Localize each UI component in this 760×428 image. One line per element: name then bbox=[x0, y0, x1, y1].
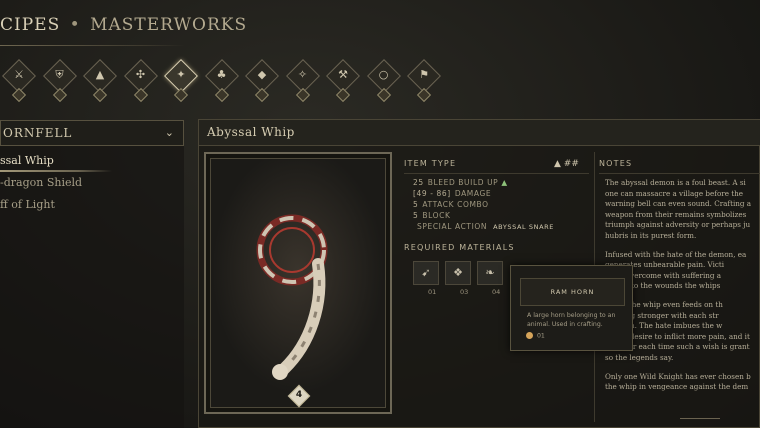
divider bbox=[599, 173, 760, 174]
category-tab[interactable]: ✣ bbox=[122, 59, 162, 103]
tooltip-title: RAM HORN bbox=[520, 278, 625, 306]
sword-icon: ⚔ bbox=[14, 68, 24, 81]
stat-value: 5 bbox=[413, 200, 419, 209]
category-tab[interactable]: ⚔ bbox=[0, 59, 40, 103]
category-badge bbox=[376, 87, 391, 103]
category-badge bbox=[52, 87, 67, 103]
tooltip-count: 01 bbox=[526, 332, 545, 340]
banner-icon: ⚑ bbox=[419, 68, 429, 81]
axe-icon: ♣ bbox=[216, 68, 227, 81]
stat-label: BLEED BUILD UP bbox=[427, 178, 499, 187]
stat-row: 25 BLEED BUILD UP ▲ bbox=[413, 177, 589, 188]
title-underline bbox=[0, 45, 185, 46]
stats-list: 25 BLEED BUILD UP ▲ [49 - 86] DAMAGE 5 ATTACK … bbox=[413, 177, 589, 232]
tab-masterworks[interactable]: MASTERWORKS bbox=[90, 15, 247, 35]
stat-increase-icon: ▲ bbox=[501, 178, 508, 187]
stat-row: SPECIAL ACTION ABYSSAL SNARE bbox=[413, 221, 589, 232]
coin-icon bbox=[526, 332, 533, 339]
category-badge bbox=[416, 87, 432, 103]
category-tab[interactable]: ▲ bbox=[81, 59, 121, 103]
category-badge bbox=[214, 87, 229, 103]
stat-value: [49 - 86] bbox=[413, 189, 451, 198]
tooltip-description: A large horn belonging to an animal. Use… bbox=[527, 312, 616, 328]
category-badge bbox=[133, 87, 148, 103]
category-tab[interactable]: ♣ bbox=[203, 59, 243, 103]
stat-row: 5 BLOCK bbox=[413, 210, 589, 221]
material-slot[interactable]: ❖ 03 bbox=[445, 261, 471, 296]
material-count: 03 bbox=[460, 288, 469, 296]
material-count: 04 bbox=[492, 288, 501, 296]
stat-label: BLOCK bbox=[422, 211, 451, 220]
item-card: 4 bbox=[204, 152, 392, 414]
item-type-icons: ▲ ## bbox=[554, 159, 579, 169]
category-tab[interactable]: ✦ bbox=[162, 59, 202, 103]
special-action-value: ABYSSAL SNARE bbox=[493, 223, 554, 231]
category-badge bbox=[335, 87, 351, 103]
recipe-item-staff-of-light[interactable]: ff of Light bbox=[0, 194, 184, 216]
category-tab[interactable]: ◆ bbox=[243, 59, 283, 103]
region-dropdown[interactable]: ORNFELL ⌄ bbox=[0, 120, 184, 146]
stat-value: 5 bbox=[413, 211, 419, 220]
chevron-down-icon: ⌄ bbox=[164, 126, 175, 139]
whip-illustration bbox=[212, 160, 384, 406]
shield-icon: ⛨ bbox=[55, 68, 64, 81]
category-row: ⚔ ⛨ ▲ ✣ ✦ ♣ ◆ ✧ ⚒ ○ ⚑ bbox=[0, 59, 760, 103]
category-tab[interactable]: ⚒ bbox=[324, 59, 364, 103]
recipe-list: ssal Whip -dragon Shield ff of Light bbox=[0, 150, 184, 216]
recipe-detail-panel: Abyssal Whip 4 ITEM TYPE ▲ ## 25 BLEED BU… bbox=[198, 119, 760, 428]
material-slot[interactable]: ❧ 04 bbox=[477, 261, 503, 296]
stat-label: ATTACK COMBO bbox=[422, 200, 489, 209]
stat-label: SPECIAL ACTION bbox=[417, 222, 488, 231]
category-badge bbox=[11, 87, 27, 103]
notes-label: NOTES bbox=[599, 159, 633, 168]
ore-icon: ❖ bbox=[453, 266, 463, 279]
category-tab[interactable]: ○ bbox=[365, 59, 405, 103]
title-left: CIPES bbox=[0, 15, 61, 35]
category-badge bbox=[173, 87, 189, 103]
notes-paragraph: Only one Wild Knight has ever chosen b t… bbox=[605, 371, 751, 392]
region-label: ORNFELL bbox=[3, 126, 73, 140]
stat-row: [49 - 86] DAMAGE bbox=[413, 188, 589, 199]
ring-icon: ○ bbox=[378, 68, 389, 81]
amulet-icon: ✧ bbox=[297, 68, 308, 81]
stat-value: 25 bbox=[413, 178, 424, 187]
claw-icon: ❧ bbox=[485, 266, 495, 279]
gauntlet-icon: ✣ bbox=[135, 68, 146, 81]
scroll-indicator[interactable] bbox=[680, 418, 720, 422]
helm-icon: ▲ bbox=[95, 68, 105, 81]
recipe-sidebar: ORNFELL ⌄ ssal Whip -dragon Shield ff of… bbox=[0, 120, 184, 428]
category-badge bbox=[92, 87, 108, 103]
required-materials-label: REQUIRED MATERIALS bbox=[404, 243, 515, 252]
category-badge bbox=[295, 87, 310, 103]
card-count-badge: 4 bbox=[287, 384, 311, 408]
stat-label: DAMAGE bbox=[454, 189, 492, 198]
material-count: 01 bbox=[428, 288, 437, 296]
item-type-label: ITEM TYPE bbox=[404, 159, 457, 168]
stat-row: 5 ATTACK COMBO bbox=[413, 199, 589, 210]
material-tooltip: RAM HORN A large horn belonging to an an… bbox=[510, 265, 633, 351]
material-slot[interactable]: ➹ 01 bbox=[413, 261, 439, 296]
category-tab[interactable]: ⚑ bbox=[405, 59, 445, 103]
title-separator: • bbox=[69, 15, 81, 35]
page-title: CIPES • MASTERWORKS bbox=[0, 15, 247, 43]
divider bbox=[404, 173, 589, 174]
ram-horn-icon: ➹ bbox=[421, 266, 431, 279]
hammer-icon: ⚒ bbox=[338, 68, 348, 81]
recipe-item-dragon-shield[interactable]: -dragon Shield bbox=[0, 172, 184, 194]
category-badge bbox=[254, 87, 270, 103]
recipe-title: Abyssal Whip bbox=[199, 120, 760, 146]
notes-paragraph: The abyssal demon is a foul beast. A si … bbox=[605, 178, 752, 240]
category-tab[interactable]: ⛨ bbox=[41, 59, 81, 103]
recipe-item-abyssal-whip[interactable]: ssal Whip bbox=[0, 150, 184, 172]
category-tab[interactable]: ✧ bbox=[284, 59, 324, 103]
staff-icon: ✦ bbox=[176, 68, 186, 81]
dagger-icon: ◆ bbox=[257, 68, 267, 81]
